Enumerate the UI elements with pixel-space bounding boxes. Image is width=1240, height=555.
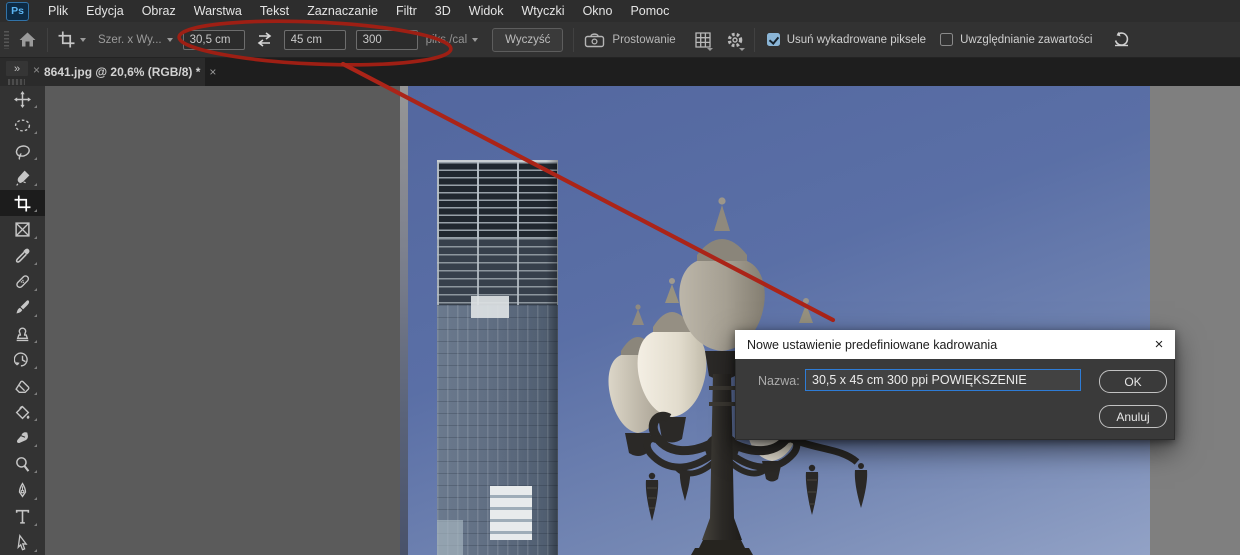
- menu-item-pomoc[interactable]: Pomoc: [621, 0, 678, 22]
- delete-cropped-pixels-checkbox[interactable]: [767, 33, 780, 46]
- chevron-down-icon: [167, 38, 173, 42]
- cancel-button[interactable]: Anuluj: [1099, 405, 1167, 428]
- window-reflection: [490, 486, 532, 540]
- preset-name-label: Nazwa:: [758, 374, 800, 388]
- dialog-title-bar[interactable]: Nowe ustawienie predefiniowane kadrowani…: [735, 330, 1175, 359]
- pasteboard-left: [45, 86, 400, 555]
- crop-resolution-field[interactable]: [356, 30, 418, 50]
- gear-icon[interactable]: [726, 31, 744, 49]
- menu-item-obraz[interactable]: Obraz: [133, 0, 185, 22]
- menu-item-filtr[interactable]: Filtr: [387, 0, 426, 22]
- path-selection-tool[interactable]: [0, 530, 45, 555]
- smudge-tool[interactable]: [0, 425, 45, 451]
- new-crop-preset-dialog: Nowe ustawienie predefiniowane kadrowani…: [735, 330, 1175, 440]
- menu-item-widok[interactable]: Widok: [460, 0, 513, 22]
- menu-item-edycja[interactable]: Edycja: [77, 0, 133, 22]
- resolution-unit-dropdown[interactable]: piks./cal: [426, 34, 479, 46]
- menu-item-zaznaczanie[interactable]: Zaznaczanie: [298, 0, 387, 22]
- content-aware-checkbox[interactable]: [940, 33, 953, 46]
- spot-healing-brush-tool[interactable]: [0, 269, 45, 295]
- menu-item-wtyczki[interactable]: Wtyczki: [513, 0, 574, 22]
- crop-ratio-dropdown[interactable]: Szer. x Wy...: [98, 34, 173, 46]
- photoshop-window: Ps PlikEdycjaObrazWarstwaTekstZaznaczani…: [0, 0, 1240, 555]
- ok-button-label: OK: [1124, 375, 1141, 389]
- menu-item-warstwa[interactable]: Warstwa: [185, 0, 251, 22]
- skyscraper-mid-section: [437, 238, 558, 305]
- tab-close-icon[interactable]: ×: [209, 65, 216, 79]
- crop-tool-preset-button[interactable]: [58, 31, 86, 48]
- chevron-down-icon: [707, 48, 713, 51]
- crop-ratio-label: Szer. x Wy...: [98, 34, 162, 46]
- dialog-title: Nowe ustawienie predefiniowane kadrowani…: [747, 338, 997, 352]
- menu-item-3d[interactable]: 3D: [426, 0, 460, 22]
- menu-bar: Ps PlikEdycjaObrazWarstwaTekstZaznaczani…: [0, 0, 1240, 22]
- skyscraper-shadow-edge: [546, 160, 558, 555]
- window-reflection: [471, 296, 509, 318]
- options-bar: Szer. x Wy... piks./cal Wyczyść: [0, 22, 1240, 58]
- delete-cropped-pixels-option[interactable]: Usuń wykadrowane piksele: [767, 33, 926, 46]
- hidden-tab-close-icon[interactable]: ×: [33, 63, 40, 77]
- document-tab-label: 8641.jpg @ 20,6% (RGB/8) *: [44, 65, 200, 79]
- photoshop-logo: Ps: [6, 2, 29, 21]
- straighten-icon[interactable]: [584, 32, 605, 48]
- clear-button-label: Wyczyść: [505, 34, 550, 46]
- dodge-tool[interactable]: [0, 451, 45, 477]
- content-aware-label: Uwzględnianie zawartości: [960, 34, 1092, 46]
- brush-tool[interactable]: [0, 295, 45, 321]
- move-tool[interactable]: [0, 86, 45, 112]
- preset-name-input[interactable]: [805, 369, 1081, 391]
- pasteboard-right: [1150, 86, 1240, 555]
- chevron-down-icon: [739, 48, 745, 51]
- dialog-close-icon[interactable]: ×: [1143, 330, 1175, 359]
- chevron-down-icon: [472, 38, 478, 42]
- document-tab[interactable]: 8641.jpg @ 20,6% (RGB/8) * ×: [44, 58, 216, 86]
- elliptical-marquee-tool[interactable]: [0, 112, 45, 138]
- crop-tool[interactable]: [0, 190, 45, 216]
- chevron-down-icon: [80, 38, 86, 42]
- straighten-label[interactable]: Prostowanie: [612, 34, 675, 46]
- photo-edge-building: [400, 86, 408, 555]
- separator: [573, 28, 574, 52]
- menu-items: PlikEdycjaObrazWarstwaTekstZaznaczanieFi…: [39, 0, 678, 22]
- tab-bar-grip[interactable]: [8, 79, 25, 85]
- type-tool[interactable]: [0, 504, 45, 530]
- options-bar-grip[interactable]: [4, 31, 9, 49]
- content-aware-option[interactable]: Uwzględnianie zawartości: [940, 33, 1092, 46]
- clone-stamp-tool[interactable]: [0, 321, 45, 347]
- home-icon[interactable]: [18, 31, 37, 48]
- separator: [47, 28, 48, 52]
- skyscraper-crown: [437, 160, 558, 238]
- photo-canvas[interactable]: [400, 86, 1150, 555]
- history-brush-tool[interactable]: [0, 347, 45, 373]
- dialog-body: Nazwa: OK Anuluj: [735, 359, 1175, 440]
- gradient-tool[interactable]: [0, 399, 45, 425]
- window-reflection: [437, 520, 463, 555]
- menu-item-plik[interactable]: Plik: [39, 0, 77, 22]
- tools-panel: [0, 86, 45, 555]
- menu-item-tekst[interactable]: Tekst: [251, 0, 298, 22]
- swap-dimensions-icon[interactable]: [255, 32, 274, 47]
- cancel-button-label: Anuluj: [1116, 410, 1149, 424]
- pen-tool[interactable]: [0, 477, 45, 503]
- reset-icon[interactable]: [1112, 31, 1131, 49]
- eyedropper-tool[interactable]: [0, 243, 45, 269]
- eraser-tool[interactable]: [0, 373, 45, 399]
- separator: [754, 28, 755, 52]
- skyscraper: [437, 160, 558, 555]
- clear-button[interactable]: Wyczyść: [492, 28, 563, 52]
- menu-item-okno[interactable]: Okno: [574, 0, 622, 22]
- tab-overflow-button[interactable]: »: [6, 61, 28, 76]
- ok-button[interactable]: OK: [1099, 370, 1167, 393]
- delete-cropped-pixels-label: Usuń wykadrowane piksele: [787, 34, 926, 46]
- lasso-tool[interactable]: [0, 138, 45, 164]
- quick-selection-tool[interactable]: [0, 164, 45, 190]
- frame-tool[interactable]: [0, 216, 45, 242]
- document-tab-bar: » × 8641.jpg @ 20,6% (RGB/8) * ×: [0, 58, 1240, 86]
- resolution-unit-label: piks./cal: [426, 34, 468, 46]
- crop-height-field[interactable]: [284, 30, 346, 50]
- overlay-options-icon[interactable]: [694, 31, 712, 49]
- crop-width-field[interactable]: [183, 30, 245, 50]
